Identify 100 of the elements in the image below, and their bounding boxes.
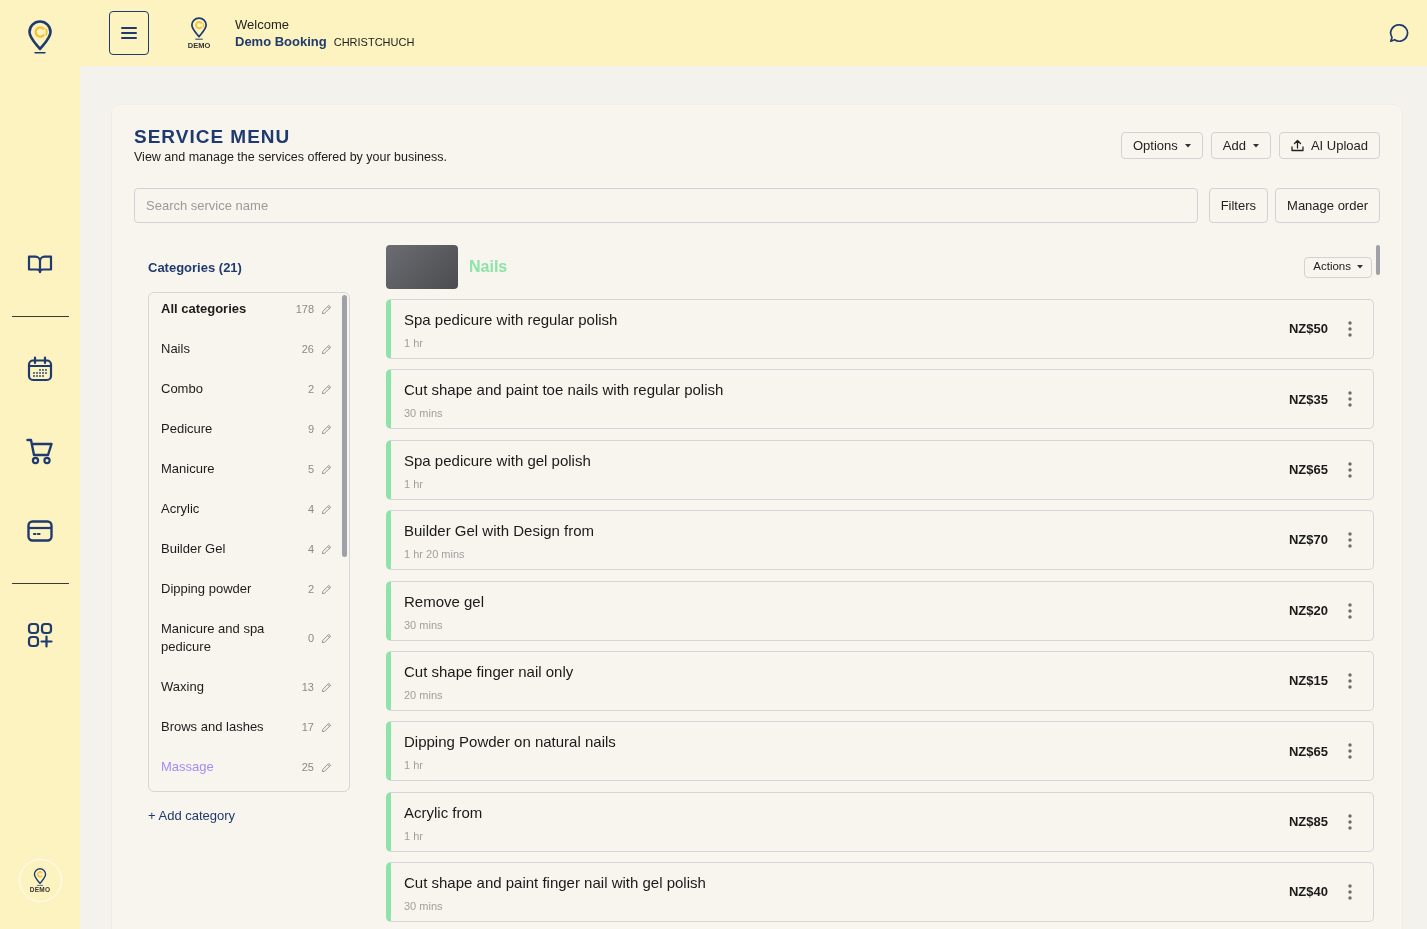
book-icon[interactable]: [27, 253, 53, 275]
scrollbar-thumb[interactable]: [342, 295, 347, 557]
pencil-icon[interactable]: [321, 761, 332, 773]
upload-button[interactable]: AI Upload: [1278, 132, 1380, 159]
more-options-icon[interactable]: [1348, 884, 1352, 901]
page-title: SERVICE MENU: [134, 127, 292, 147]
pencil-icon[interactable]: [321, 583, 332, 595]
service-duration: 30 mins: [404, 406, 443, 421]
pencil-icon[interactable]: [321, 343, 332, 355]
categories-heading: Categories (21): [148, 259, 243, 277]
service-price: NZ$40: [1288, 883, 1328, 902]
service-card[interactable]: Remove gel 30 mins NZ$20: [386, 580, 1374, 641]
pencil-icon[interactable]: [321, 303, 332, 315]
category-name[interactable]: All categories: [161, 300, 296, 318]
category-name[interactable]: Manicure and spa pedicure: [161, 620, 296, 656]
category-count: 26: [301, 342, 314, 356]
category-count: 0: [307, 631, 314, 645]
service-name: Spa pedicure with gel polish: [404, 450, 591, 470]
category-count: 13: [301, 680, 314, 694]
credit-card-icon[interactable]: [27, 520, 53, 542]
service-name: Remove gel: [404, 591, 485, 611]
category-name[interactable]: Builder Gel: [161, 540, 296, 558]
add-category-link[interactable]: + Add category: [148, 806, 236, 826]
more-options-icon[interactable]: [1348, 813, 1352, 830]
greeting-text: Welcome: [235, 15, 290, 33]
dropdown-button[interactable]: Add: [1210, 132, 1271, 159]
service-price: NZ$85: [1288, 813, 1328, 831]
service-name: Builder Gel with Design from: [404, 521, 595, 541]
more-options-icon[interactable]: [1348, 391, 1352, 408]
more-options-icon[interactable]: [1348, 602, 1352, 619]
service-price: NZ$35: [1288, 390, 1328, 409]
service-card[interactable]: Cut shape finger nail only 20 mins NZ$15: [386, 650, 1374, 711]
category-count: 4: [307, 502, 314, 516]
service-card[interactable]: Spa pedicure with regular polish 1 hr NZ$50: [386, 299, 1374, 359]
menu-button[interactable]: [109, 11, 149, 55]
service-name: Dipping Powder on natural nails: [404, 732, 616, 752]
service-card[interactable]: Acrylic from 1 hr NZ$85: [386, 791, 1374, 852]
service-name: Cut shape and paint toe nails with regular polish: [404, 380, 724, 400]
pencil-icon[interactable]: [321, 463, 332, 475]
pencil-icon[interactable]: [321, 503, 332, 515]
category-count: 9: [307, 422, 314, 436]
category-name[interactable]: Dipping powder: [161, 580, 296, 598]
logo-icon: [190, 16, 208, 40]
category-name[interactable]: Nails: [161, 340, 296, 358]
actions-button[interactable]: Actions: [1304, 256, 1372, 278]
manage-order-button[interactable]: Manage order: [1275, 188, 1380, 223]
category-name[interactable]: Brows and lashes: [161, 718, 296, 736]
service-card[interactable]: Builder Gel with Design from 1 hr 20 mins NZ$70: [386, 510, 1374, 571]
pencil-icon[interactable]: [321, 543, 332, 555]
more-options-icon[interactable]: [1348, 461, 1352, 478]
service-price: NZ$65: [1288, 742, 1328, 761]
filters-button[interactable]: Filters: [1208, 188, 1269, 223]
more-options-icon[interactable]: [1348, 743, 1352, 760]
service-price: NZ$20: [1288, 601, 1328, 620]
apps-icon[interactable]: [27, 622, 53, 648]
service-duration: 30 mins: [404, 617, 443, 632]
service-card[interactable]: Dipping Powder on natural nails 1 hr NZ$65: [386, 721, 1374, 782]
caret-icon: [1252, 143, 1259, 148]
category-name[interactable]: Pedicure: [161, 420, 296, 438]
calendar-icon[interactable]: [27, 356, 53, 382]
category-name[interactable]: Manicure: [161, 460, 296, 478]
service-card[interactable]: Cut shape and paint toe nails with regular polish 30 mins NZ$35: [386, 369, 1374, 430]
category-count: 178: [295, 302, 314, 316]
more-options-icon[interactable]: [1348, 532, 1352, 549]
category-name[interactable]: Waxing: [161, 678, 296, 696]
caret-icon: [1357, 265, 1363, 269]
category-count: 17: [301, 720, 314, 734]
category-count: 4: [307, 542, 314, 556]
menu-icon: [121, 27, 137, 39]
page-subtitle: View and manage the services offered by your business.: [134, 149, 447, 165]
category-name[interactable]: Combo: [161, 380, 296, 398]
search-field[interactable]: Search service name: [134, 188, 1198, 223]
pencil-icon[interactable]: [321, 681, 332, 693]
service-name: Cut shape and paint finger nail with gel polish: [404, 873, 706, 893]
service-price: NZ$70: [1288, 531, 1328, 550]
pencil-icon[interactable]: [321, 423, 332, 435]
service-duration: 20 mins: [404, 687, 443, 702]
pencil-icon[interactable]: [321, 632, 332, 644]
category-name[interactable]: Acrylic: [161, 500, 296, 518]
more-options-icon[interactable]: [1348, 672, 1352, 689]
logo-icon[interactable]: [27, 20, 53, 54]
service-price: NZ$65: [1288, 461, 1328, 480]
cart-icon[interactable]: [26, 437, 54, 465]
photo-placeholder: [386, 245, 458, 289]
service-card[interactable]: Spa pedicure with gel polish 1 hr NZ$65: [386, 439, 1374, 500]
chat-icon[interactable]: [1389, 23, 1409, 43]
more-options-icon[interactable]: [1348, 321, 1352, 337]
category-count: 2: [307, 582, 314, 596]
service-duration: 1 hr: [404, 758, 423, 773]
caret-icon: [1184, 143, 1191, 148]
service-duration: 1 hr 20 mins: [404, 547, 465, 562]
service-price: NZ$15: [1288, 672, 1328, 691]
pencil-icon[interactable]: [321, 383, 332, 395]
category-count: 5: [307, 462, 314, 476]
dropdown-button[interactable]: Options: [1120, 132, 1203, 159]
scrollbar-thumb[interactable]: [1376, 245, 1380, 275]
service-card[interactable]: Cut shape and paint finger nail with gel polish 30 mins NZ$40: [386, 862, 1374, 923]
service-name: Cut shape finger nail only: [404, 661, 574, 681]
pencil-icon[interactable]: [321, 721, 332, 733]
category-count: 2: [307, 382, 314, 396]
